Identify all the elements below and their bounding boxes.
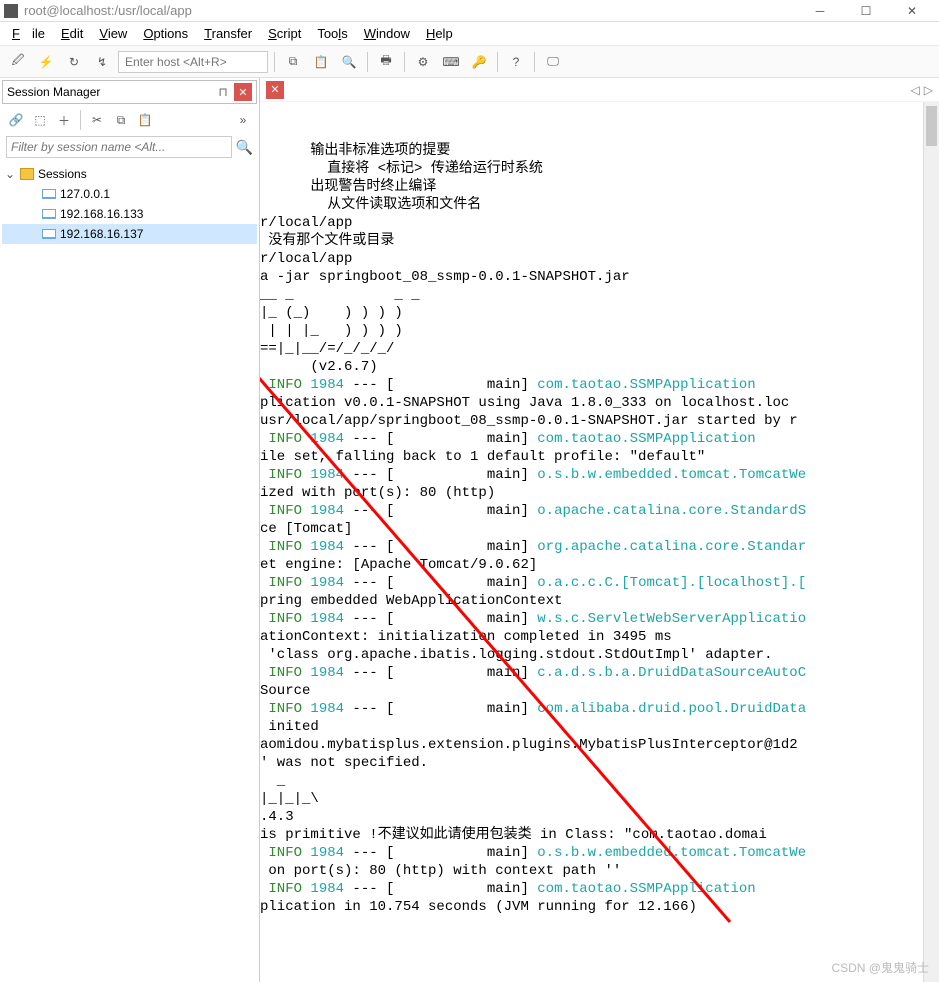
keyboard-icon[interactable]: ⌨ [439,50,463,74]
tab-next-icon[interactable]: ▷ [924,83,933,97]
host-icon [42,189,56,199]
session-item[interactable]: 127.0.0.1 [2,184,257,204]
terminal-scrollbar[interactable] [923,102,939,982]
disconnect-icon[interactable]: ↯ [90,50,114,74]
connect-icon[interactable]: 🖉 [6,50,30,74]
menu-script[interactable]: Script [262,24,307,43]
menu-edit[interactable]: Edit [55,24,89,43]
panel-title: Session Manager [7,85,214,99]
reconnect-icon[interactable]: ↻ [62,50,86,74]
tab-row: ✕ ◁ ▷ [260,78,939,102]
settings-icon[interactable]: ⚙ [411,50,435,74]
link-icon[interactable]: 🔗 [6,110,26,130]
menu-window[interactable]: Window [358,24,416,43]
session-label: 192.168.16.133 [60,207,143,221]
pin-icon[interactable]: ⊓ [214,83,232,101]
tree-root[interactable]: ⌄ Sessions [2,164,257,184]
session-tree[interactable]: ⌄ Sessions 127.0.0.1 192.168.16.133 192.16… [0,160,259,982]
menu-help[interactable]: Help [420,24,459,43]
main-toolbar: 🖉 ⚡ ↻ ↯ ⧉ 📋 🔍 🖶 ⚙ ⌨ 🔑 ? 🖵 [0,46,939,78]
panel-header: Session Manager ⊓ ✕ [2,80,257,104]
window-title: root@localhost:/usr/local/app [24,3,797,18]
host-icon [42,229,56,239]
tab-close-button[interactable]: ✕ [266,81,284,99]
host-input[interactable] [118,51,268,73]
session-item[interactable]: 192.168.16.137 [2,224,257,244]
menu-options[interactable]: Options [137,24,194,43]
tab-prev-icon[interactable]: ◁ [911,83,920,97]
new-session-icon[interactable]: ⬚ [30,110,50,130]
paste2-icon[interactable]: 📋 [135,110,155,130]
menu-bar: File Edit View Options Transfer Script T… [0,22,939,46]
menu-file[interactable]: File [6,24,51,43]
session-manager-panel: Session Manager ⊓ ✕ 🔗 ⬚ ＋ ✂ ⧉ 📋 » 🔍 ⌄ Se… [0,78,260,982]
tree-root-label: Sessions [38,167,87,181]
overflow-icon[interactable]: » [233,110,253,130]
search-icon[interactable]: 🔍 [236,139,253,156]
quick-connect-icon[interactable]: ⚡ [34,50,58,74]
titlebar: root@localhost:/usr/local/app ─ ☐ ✕ [0,0,939,22]
paste-icon[interactable]: 📋 [309,50,333,74]
menu-view[interactable]: View [93,24,133,43]
help-icon[interactable]: ? [504,50,528,74]
chevron-down-icon[interactable]: ⌄ [4,167,16,181]
minimize-button[interactable]: ─ [797,1,843,21]
copy-icon[interactable]: ⧉ [281,50,305,74]
find-icon[interactable]: 🔍 [337,50,361,74]
close-window-button[interactable]: ✕ [889,1,935,21]
cut-icon[interactable]: ✂ [87,110,107,130]
terminal-output[interactable]: 输出非标准选项的提要 直接将 <标记> 传递给运行时系统 出现警告时终止编译 从… [260,102,939,982]
panel-toolbar: 🔗 ⬚ ＋ ✂ ⧉ 📋 » [0,106,259,134]
print-icon[interactable]: 🖶 [374,50,398,74]
panel-close-button[interactable]: ✕ [234,83,252,101]
content-area: ✕ ◁ ▷ 输出非标准选项的提要 直接将 <标记> 传递给运行时系统 出现警告时… [260,78,939,982]
scrollbar-thumb[interactable] [926,106,937,146]
watermark: CSDN @鬼鬼骑士 [831,959,929,976]
session-item[interactable]: 192.168.16.133 [2,204,257,224]
copy2-icon[interactable]: ⧉ [111,110,131,130]
add-icon[interactable]: ＋ [54,110,74,130]
session-label: 127.0.0.1 [60,187,110,201]
app-icon [4,4,18,18]
menu-transfer[interactable]: Transfer [198,24,258,43]
maximize-button[interactable]: ☐ [843,1,889,21]
host-icon [42,209,56,219]
key-icon[interactable]: 🔑 [467,50,491,74]
menu-tools[interactable]: Tools [311,24,353,43]
session-label: 192.168.16.137 [60,227,143,241]
folder-icon [20,168,34,180]
filter-input[interactable] [6,136,232,158]
screen-icon[interactable]: 🖵 [541,50,565,74]
